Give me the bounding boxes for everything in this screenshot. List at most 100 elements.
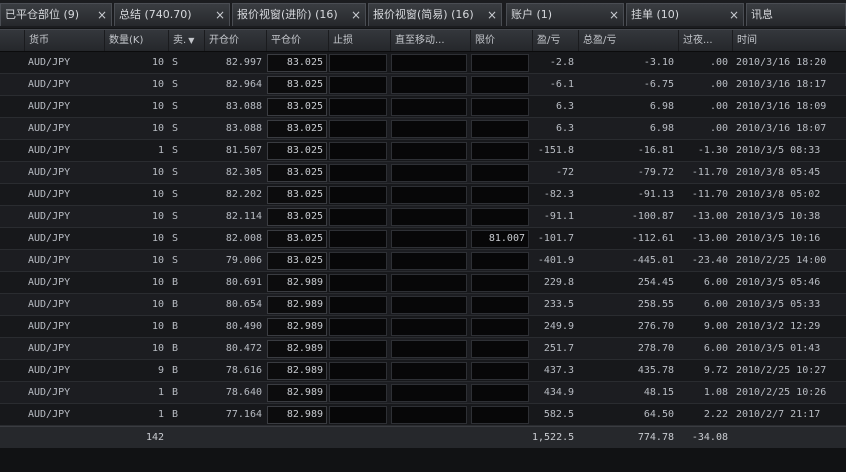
- cell-trailing-input[interactable]: [391, 384, 467, 402]
- positions-table-header: 货币 数量(K) 卖. ▼ 开仓价 平仓价 止损 直至移动... 限价 盈/亏 总…: [0, 29, 846, 52]
- cell-stop-input[interactable]: [329, 186, 387, 204]
- cell-trailing-input[interactable]: [391, 274, 467, 292]
- cell-trailing-input[interactable]: [391, 296, 467, 314]
- tab-4[interactable]: 账户 (1) ×: [506, 3, 624, 26]
- close-icon[interactable]: ×: [351, 4, 361, 26]
- cell-limit-input[interactable]: [471, 318, 529, 336]
- cell-trailing-input[interactable]: [391, 362, 467, 380]
- table-row[interactable]: AUD/JPY 10 S 83.088 83.025 6.3 6.98 .00 2010/3/1…: [0, 118, 846, 140]
- table-row[interactable]: AUD/JPY 10 S 82.202 83.025 -82.3 -91.13 -11.70 2…: [0, 184, 846, 206]
- cell-limit-input[interactable]: [471, 164, 529, 182]
- cell-stop-input[interactable]: [329, 164, 387, 182]
- column-header-rollover[interactable]: 过夜...: [678, 30, 732, 51]
- cell-stop-input[interactable]: [329, 208, 387, 226]
- cell-stop-input[interactable]: [329, 362, 387, 380]
- close-icon[interactable]: ×: [97, 4, 107, 26]
- cell-stop-input[interactable]: [329, 406, 387, 424]
- column-header-currency[interactable]: 货币: [24, 30, 104, 51]
- cell-trailing-input[interactable]: [391, 186, 467, 204]
- cell-stop-input[interactable]: [329, 76, 387, 94]
- cell-limit-input[interactable]: [471, 98, 529, 116]
- tab-3[interactable]: 报价视窗(简易) (16) ×: [368, 3, 502, 26]
- tab-1[interactable]: 总结 (740.70) ×: [114, 3, 230, 26]
- cell-amount: 10: [151, 299, 164, 310]
- column-header-pl[interactable]: 盈/亏: [532, 30, 578, 51]
- column-header-side[interactable]: 卖. ▼: [168, 30, 204, 51]
- cell-limit-input[interactable]: [471, 384, 529, 402]
- table-row[interactable]: AUD/JPY 10 S 82.114 83.025 -91.1 -100.87 -13.00…: [0, 206, 846, 228]
- cell-stop-input[interactable]: [329, 120, 387, 138]
- table-row[interactable]: AUD/JPY 10 B 80.654 82.989 233.5 258.55 6.00 201…: [0, 294, 846, 316]
- column-header-amount[interactable]: 数量(K): [104, 30, 168, 51]
- cell-trailing-input[interactable]: [391, 54, 467, 72]
- table-row[interactable]: AUD/JPY 1 B 78.640 82.989 434.9 48.15 1.08 2010/…: [0, 382, 846, 404]
- column-header-gross-pl[interactable]: 总盈/亏: [578, 30, 678, 51]
- cell-stop-input[interactable]: [329, 252, 387, 270]
- cell-amount: 10: [151, 255, 164, 266]
- cell-stop-input[interactable]: [329, 142, 387, 160]
- table-row[interactable]: AUD/JPY 10 S 82.305 83.025 -72 -79.72 -11.70 201…: [0, 162, 846, 184]
- close-icon[interactable]: ×: [729, 4, 739, 26]
- close-icon[interactable]: ×: [609, 4, 619, 26]
- cell-rollover: 9.72: [703, 365, 728, 376]
- cell-stop-input[interactable]: [329, 98, 387, 116]
- table-row[interactable]: AUD/JPY 10 S 82.008 83.025 81.007 -101.7 -112.6…: [0, 228, 846, 250]
- cell-stop-input[interactable]: [329, 340, 387, 358]
- tab-6[interactable]: 讯息: [746, 3, 846, 26]
- cell-stop-input[interactable]: [329, 296, 387, 314]
- cell-trailing-input[interactable]: [391, 252, 467, 270]
- cell-limit-input[interactable]: [471, 406, 529, 424]
- table-row[interactable]: AUD/JPY 9 B 78.616 82.989 437.3 435.78 9.72 2010…: [0, 360, 846, 382]
- cell-limit-input[interactable]: [471, 54, 529, 72]
- tab-2[interactable]: 报价视窗(进阶) (16) ×: [232, 3, 366, 26]
- tab-5[interactable]: 挂单 (10) ×: [626, 3, 744, 26]
- column-header-stop[interactable]: 止损: [328, 30, 390, 51]
- tab-0[interactable]: 已平仓部位 (9) ×: [0, 3, 112, 26]
- cell-limit-input[interactable]: [471, 120, 529, 138]
- column-header-time[interactable]: 时间: [732, 30, 846, 51]
- cell-stop-input[interactable]: [329, 230, 387, 248]
- cell-stop-input[interactable]: [329, 54, 387, 72]
- cell-limit-input[interactable]: [471, 186, 529, 204]
- cell-limit-input[interactable]: [471, 340, 529, 358]
- table-row[interactable]: AUD/JPY 10 S 83.088 83.025 6.3 6.98 .00 2010/3/1…: [0, 96, 846, 118]
- table-row[interactable]: AUD/JPY 1 B 77.164 82.989 582.5 64.50 2.22 2010/…: [0, 404, 846, 426]
- cell-trailing-input[interactable]: [391, 120, 467, 138]
- table-row[interactable]: AUD/JPY 10 B 80.691 82.989 229.8 254.45 6.00 201…: [0, 272, 846, 294]
- column-header-open-price[interactable]: 开仓价: [204, 30, 266, 51]
- table-row[interactable]: AUD/JPY 1 S 81.507 83.025 -151.8 -16.81 -1.30 20…: [0, 140, 846, 162]
- table-row[interactable]: AUD/JPY 10 B 80.490 82.989 249.9 276.70 9.00 201…: [0, 316, 846, 338]
- close-icon[interactable]: ×: [215, 4, 225, 26]
- cell-close-price: 83.025: [267, 120, 327, 138]
- table-row[interactable]: AUD/JPY 10 S 79.006 83.025 -401.9 -445.01 -23.4…: [0, 250, 846, 272]
- close-icon[interactable]: ×: [487, 4, 497, 26]
- cell-limit-input[interactable]: [471, 142, 529, 160]
- cell-trailing-input[interactable]: [391, 318, 467, 336]
- cell-trailing-input[interactable]: [391, 340, 467, 358]
- cell-stop-input[interactable]: [329, 384, 387, 402]
- table-row[interactable]: AUD/JPY 10 S 82.964 83.025 -6.1 -6.75 .00 2010/3…: [0, 74, 846, 96]
- cell-trailing-input[interactable]: [391, 98, 467, 116]
- table-row[interactable]: AUD/JPY 10 B 80.472 82.989 251.7 278.70 6.00 201…: [0, 338, 846, 360]
- cell-trailing-input[interactable]: [391, 230, 467, 248]
- column-header-limit[interactable]: 限价: [470, 30, 532, 51]
- cell-stop-input[interactable]: [329, 274, 387, 292]
- cell-trailing-input[interactable]: [391, 406, 467, 424]
- cell-limit-input[interactable]: [471, 76, 529, 94]
- column-header-trailing[interactable]: 直至移动...: [390, 30, 470, 51]
- cell-side: B: [172, 277, 179, 288]
- cell-limit-input[interactable]: [471, 296, 529, 314]
- cell-trailing-input[interactable]: [391, 208, 467, 226]
- cell-limit-input[interactable]: [471, 274, 529, 292]
- cell-trailing-input[interactable]: [391, 142, 467, 160]
- cell-gross-pl: 278.70: [637, 343, 674, 354]
- cell-stop-input[interactable]: [329, 318, 387, 336]
- cell-limit-input[interactable]: [471, 362, 529, 380]
- cell-limit-input[interactable]: [471, 208, 529, 226]
- cell-limit-input[interactable]: [471, 252, 529, 270]
- column-header-close-price[interactable]: 平仓价: [266, 30, 328, 51]
- table-row[interactable]: AUD/JPY 10 S 82.997 83.025 -2.8 -3.10 .00 2010/3…: [0, 52, 846, 74]
- cell-trailing-input[interactable]: [391, 164, 467, 182]
- cell-limit-input[interactable]: 81.007: [471, 230, 529, 248]
- cell-trailing-input[interactable]: [391, 76, 467, 94]
